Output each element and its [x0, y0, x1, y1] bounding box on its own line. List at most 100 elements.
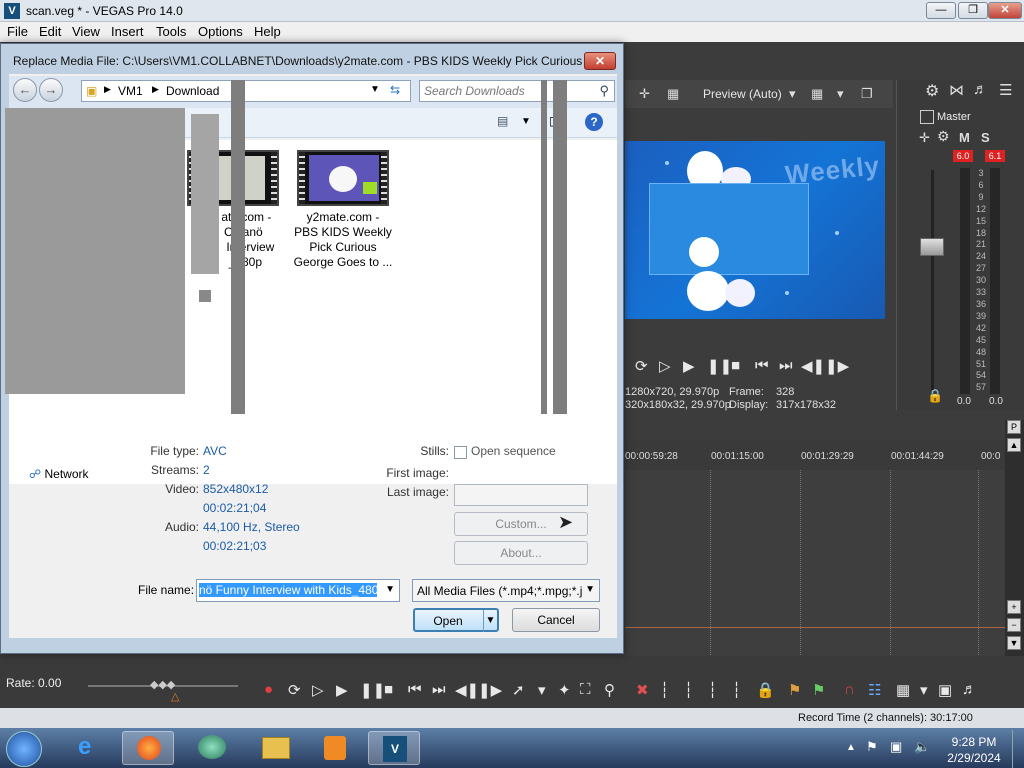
lock-icon[interactable]: 🔒	[756, 681, 775, 699]
search-input[interactable]: Search Downloads ⚲	[419, 80, 615, 102]
go-to-start-icon[interactable]: ⏮	[755, 357, 769, 374]
grid-icon[interactable]: ▦	[811, 86, 823, 102]
lock-icon[interactable]: 🔒	[927, 388, 943, 404]
chevron-down-icon[interactable]: ▼	[521, 116, 531, 127]
audio-track-icon[interactable]: ♬	[962, 681, 977, 698]
marker-icon[interactable]: ⚑	[788, 681, 801, 699]
explorer-taskbar-button[interactable]	[250, 731, 302, 765]
pause-icon[interactable]: ❚❚	[707, 357, 732, 375]
gear-icon[interactable]: ⚙	[925, 81, 939, 101]
about-button[interactable]: About...	[454, 541, 588, 565]
minimize-button[interactable]: —	[926, 2, 956, 19]
fx-gear-icon[interactable]: ⚙	[937, 128, 950, 145]
clock[interactable]: 9:28 PM 2/29/2024	[944, 734, 1004, 766]
mixer-icon[interactable]: ☰	[999, 81, 1012, 99]
nav-network[interactable]: ☍ Network	[29, 467, 89, 481]
go-to-start-icon[interactable]: ⏮	[408, 681, 422, 698]
menu-insert[interactable]: Insert	[111, 24, 144, 39]
menu-help[interactable]: Help	[254, 24, 281, 39]
flag-icon[interactable]: ⚑	[866, 739, 878, 755]
help-icon[interactable]: ?	[585, 113, 603, 131]
chevron-down-icon[interactable]: ▾	[789, 86, 796, 102]
zoom-tool-icon[interactable]: ⚲	[604, 681, 615, 699]
mute-button[interactable]: M	[959, 130, 970, 145]
chevron-down-icon[interactable]: ▾	[538, 681, 546, 699]
overlay-icon[interactable]: ▦	[667, 86, 679, 102]
loop-icon[interactable]: ⟳	[635, 357, 648, 375]
timeline-area[interactable]	[625, 440, 1005, 655]
trim-end-icon[interactable]: ┆	[708, 681, 717, 699]
media-taskbar-button[interactable]	[308, 731, 360, 765]
play-from-start-icon[interactable]: ▷	[312, 681, 324, 699]
back-icon[interactable]: ←	[13, 78, 37, 102]
previous-frame-icon[interactable]: ◀❚	[455, 681, 479, 699]
pin-icon[interactable]: P	[1007, 420, 1021, 434]
breadcrumb-folder[interactable]: Download	[166, 84, 219, 98]
delete-icon[interactable]: ✖	[636, 681, 649, 699]
refresh-icon[interactable]: ⇆	[390, 83, 400, 97]
region-icon[interactable]: ⚑	[812, 681, 825, 699]
app-close-button[interactable]: ✕	[988, 2, 1022, 19]
chevron-down-icon[interactable]: ▼	[385, 584, 395, 595]
snapshot-icon[interactable]: ▣	[938, 681, 952, 699]
copy-snapshot-icon[interactable]: ❐	[861, 86, 873, 102]
play-from-start-icon[interactable]: ▷	[659, 357, 671, 375]
go-to-end-icon[interactable]: ⏭	[779, 357, 793, 374]
file-name-value[interactable]: nö Funny Interview with Kids_480p	[199, 583, 377, 597]
video-thumbnail[interactable]	[297, 150, 389, 206]
scroll-down-button[interactable]: ▼	[1007, 636, 1021, 650]
menu-view[interactable]: View	[72, 24, 100, 39]
breadcrumb[interactable]: ▣ ▶ VM1 ▶ Download ▼ ⇆	[81, 80, 411, 102]
master-fader[interactable]	[920, 238, 944, 256]
loop-playback-icon[interactable]: ⟳	[288, 681, 301, 699]
split-icon[interactable]: ┆	[732, 681, 741, 699]
vegas-taskbar-button[interactable]: V	[368, 731, 420, 765]
scroll-up-button[interactable]: ▲	[1007, 438, 1021, 452]
move-icon[interactable]: ✛	[919, 130, 930, 146]
normal-edit-tool-icon[interactable]: ➚	[512, 681, 525, 699]
show-desktop-button[interactable]	[1012, 730, 1024, 768]
chevron-down-icon[interactable]: ▾	[920, 681, 928, 699]
file-type-filter[interactable]: All Media Files (*.mp4;*.mpg;*.j ▼	[412, 579, 600, 602]
snapping-icon[interactable]: ∩	[844, 681, 855, 698]
app-taskbar-button[interactable]	[186, 731, 238, 765]
firefox-taskbar-button[interactable]	[122, 731, 174, 765]
speaker-icon[interactable]: ♬	[973, 81, 988, 98]
tray-expand-icon[interactable]: ▲	[846, 742, 856, 753]
trim-icon[interactable]: ┆	[660, 681, 669, 699]
chevron-down-icon[interactable]: ▾	[837, 86, 844, 102]
menu-tools[interactable]: Tools	[156, 24, 186, 39]
previous-frame-icon[interactable]: ◀❚	[801, 357, 825, 375]
chevron-down-icon[interactable]: ▼	[585, 584, 595, 595]
ripple-edit-icon[interactable]: ▦	[896, 681, 910, 699]
split-screen-icon[interactable]: ✛	[639, 86, 650, 102]
record-icon[interactable]: ●	[264, 681, 273, 698]
open-button[interactable]: Open ▼	[413, 608, 499, 632]
view-icon[interactable]: ▤	[497, 114, 508, 128]
bus-routing-icon[interactable]: ⋈	[949, 81, 964, 99]
menu-edit[interactable]: Edit	[39, 24, 61, 39]
chevron-down-icon[interactable]: ▼	[370, 84, 380, 95]
selection-tool-icon[interactable]: ⛶	[580, 681, 591, 698]
stop-icon[interactable]: ■	[384, 681, 393, 698]
preview-quality-dropdown[interactable]: Preview (Auto)	[703, 87, 782, 101]
solo-button[interactable]: S	[981, 130, 990, 145]
master-fx-box[interactable]	[920, 110, 934, 124]
chevron-down-icon[interactable]: ▼	[483, 610, 497, 632]
auto-crossfade-icon[interactable]: ☷	[868, 681, 881, 699]
next-frame-icon[interactable]: ❚▶	[478, 681, 502, 699]
next-frame-icon[interactable]: ❚▶	[825, 357, 849, 375]
last-image-field[interactable]	[454, 484, 588, 506]
zoom-out-button[interactable]: −	[1007, 618, 1021, 632]
menu-options[interactable]: Options	[198, 24, 243, 39]
start-button[interactable]	[6, 731, 42, 767]
file-name-input[interactable]: nö Funny Interview with Kids_480p ▼	[196, 579, 400, 602]
zoom-in-button[interactable]: +	[1007, 600, 1021, 614]
maximize-button[interactable]: ❐	[958, 2, 988, 19]
timeline-ruler[interactable]: 00:00:59:28 00:01:15:00 00:01:29:29 00:0…	[625, 440, 1005, 470]
file-caption[interactable]: y2mate.com - PBS KIDS Weekly Pick Curiou…	[289, 210, 397, 270]
breadcrumb-root[interactable]: VM1	[118, 84, 143, 98]
ie-taskbar-button[interactable]: e	[64, 731, 116, 765]
play-icon[interactable]: ▶	[683, 357, 695, 375]
timeline-vertical-scrollbar[interactable]: P ▲ + − ▼	[1005, 420, 1024, 665]
